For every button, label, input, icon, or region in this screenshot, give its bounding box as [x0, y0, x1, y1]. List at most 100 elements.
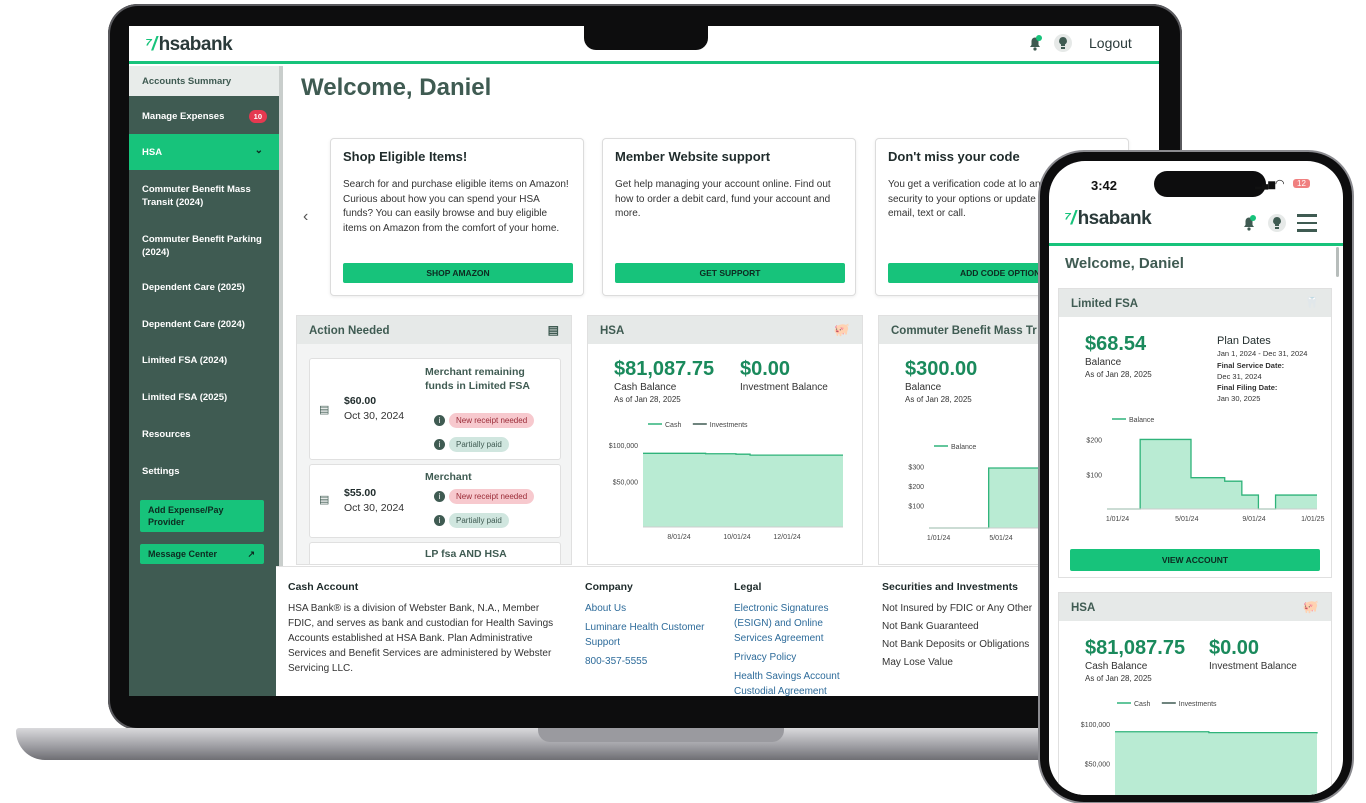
sidebar-item-manage-expenses[interactable]: Manage Expenses 10 [129, 100, 279, 132]
final-service-label: Final Service Date: [1217, 361, 1285, 370]
status-badge: New receipt needed [449, 489, 535, 504]
y-tick-label: $200 [908, 484, 924, 491]
action-needed-panel: Action Needed ▤ ▤ $60.00 Oct 30, 2024 Mer… [296, 315, 572, 565]
sidebar-item-label: Manage Expenses [142, 110, 225, 122]
panel-title: HSA [1071, 602, 1096, 614]
footer-text: May Lose Value [882, 657, 953, 668]
sidebar-item-dependent-care-2024[interactable]: Dependent Care (2024) [129, 313, 279, 335]
esign-link[interactable]: Electronic Signatures (ESIGN) and Online… [734, 601, 854, 646]
partially-paid-tag: i Partially paid [434, 437, 509, 452]
action-item[interactable]: ▤ $55.00 Oct 30, 2024 Merchant i New rece… [309, 464, 561, 538]
action-needed-header: Action Needed ▤ [297, 316, 571, 344]
footer-company: Company About Us Luminare Health Custome… [585, 581, 705, 669]
receipt-needed-tag: i New receipt needed [434, 489, 535, 504]
brand-logo[interactable]: ⁷/hsabank [1064, 208, 1152, 230]
legend-label: Investments [710, 422, 748, 429]
info-icon: i [434, 439, 445, 450]
x-tick-label: 10/01/24 [723, 534, 750, 541]
sidebar-scrollbar[interactable] [279, 66, 283, 566]
footer-heading: Securities and Investments [882, 581, 1018, 593]
sidebar-item-accounts-summary[interactable]: Accounts Summary [129, 66, 279, 96]
sidebar-item-commuter-parking[interactable]: Commuter Benefit Parking (2024) [129, 226, 279, 266]
x-tick-label: 1/01/24 [927, 535, 950, 542]
custodial-agreement-link[interactable]: Health Savings Account Custodial Agreeme… [734, 669, 854, 696]
action-item[interactable]: LP fsa AND HSA [309, 542, 561, 564]
receipt-needed-tag: i New receipt needed [434, 413, 535, 428]
info-icon: i [434, 491, 445, 502]
brand-text: hsabank [158, 34, 233, 55]
shop-amazon-button[interactable]: SHOP AMAZON [343, 263, 573, 283]
phone-scrollbar[interactable] [1336, 247, 1339, 277]
customer-support-link[interactable]: Luminare Health Customer Support [585, 620, 705, 650]
sidebar-item-resources[interactable]: Resources [129, 423, 279, 445]
message-center-button[interactable]: Message Center ↗ [140, 544, 264, 564]
sidebar-item-label: Commuter Benefit Mass Transit (2024) [142, 184, 251, 208]
sidebar-item-limited-fsa-2025[interactable]: Limited FSA (2025) [129, 386, 279, 408]
status-badge: New receipt needed [449, 413, 535, 428]
footer-text: Not Bank Guaranteed [882, 621, 979, 632]
footer-heading: Cash Account [288, 581, 359, 593]
lightbulb-icon[interactable] [1267, 213, 1287, 233]
laptop-screen: ⁷/hsabank Logout Accounts Summary Manage… [129, 26, 1159, 696]
lightbulb-icon[interactable] [1053, 33, 1073, 53]
view-account-button[interactable]: VIEW ACCOUNT [1070, 549, 1320, 571]
plan-dates-title: Plan Dates [1217, 335, 1271, 347]
get-support-button[interactable]: GET SUPPORT [615, 263, 845, 283]
hamburger-menu-icon[interactable] [1297, 214, 1317, 232]
piggy-bank-icon: 🐖 [1302, 599, 1319, 614]
brand-text: hsabank [1077, 208, 1152, 229]
sidebar-item-hsa[interactable]: HSA ⌄ [129, 134, 279, 170]
receipt-icon: ▤ [319, 494, 330, 506]
y-tick-label: $300 [908, 464, 924, 471]
sidebar-item-dependent-care-2025[interactable]: Dependent Care (2025) [129, 276, 279, 298]
y-tick-label: $100 [1086, 473, 1102, 480]
status-badge: Partially paid [449, 513, 509, 528]
footer-securities: Securities and Investments Not Insured b… [882, 581, 1052, 670]
carousel-prev-icon[interactable]: ‹ [303, 208, 308, 226]
promo-body: Search for and purchase eligible items o… [343, 179, 569, 234]
commuter-header: Commuter Benefit Mass Tr [879, 316, 1067, 344]
hsa-cash-balance: $81,087.75 [1085, 637, 1186, 659]
phone-hsa-chart: Cash Investments $100,000 $50,000 [1081, 701, 1318, 795]
about-us-link[interactable]: About Us [585, 601, 705, 616]
notification-bell-icon[interactable] [1240, 214, 1258, 232]
legend-label: Balance [1129, 417, 1154, 424]
notification-bell-icon[interactable] [1026, 34, 1044, 52]
expenses-count-badge: 10 [248, 110, 267, 123]
action-merchant: Merchant remaining funds in Limited FSA [425, 366, 530, 392]
privacy-policy-link[interactable]: Privacy Policy [734, 650, 854, 665]
x-tick-label: 5/01/24 [989, 535, 1012, 542]
sidebar-item-label: Limited FSA (2024) [142, 354, 228, 366]
limited-fsa-chart: Balance $200 $100 1/01/24 5/01/24 9/01/24 1/01… [1086, 417, 1324, 523]
footer-text: Not Bank Deposits or Obligations [882, 639, 1030, 650]
promo-title: Shop Eligible Items! [343, 149, 468, 164]
promo-title: Member Website support [615, 149, 771, 164]
y-tick-label: $100 [908, 504, 924, 511]
partially-paid-tag: i Partially paid [434, 513, 509, 528]
dynamic-island [1154, 171, 1266, 197]
phone-link[interactable]: 800-357-5555 [585, 654, 705, 669]
sidebar-item-commuter-transit[interactable]: Commuter Benefit Mass Transit (2024) [129, 176, 279, 216]
add-expense-button[interactable]: Add Expense/Pay Provider [140, 500, 264, 532]
sidebar-item-label: Limited FSA (2025) [142, 391, 228, 403]
hsa-cash-balance: $81,087.75 [614, 358, 715, 380]
action-amount: $55.00 [344, 487, 377, 499]
sidebar-item-label: Commuter Benefit Parking (2024) [142, 234, 262, 258]
y-tick-label: $100,000 [609, 443, 638, 450]
y-tick-label: $100,000 [1081, 722, 1110, 729]
action-amount: $60.00 [344, 395, 377, 407]
logout-link[interactable]: Logout [1089, 35, 1132, 51]
panel-title: Commuter Benefit Mass Tr [891, 325, 1037, 337]
as-of-date: As of Jan 28, 2025 [905, 395, 972, 404]
sidebar-item-settings[interactable]: Settings [129, 460, 279, 482]
legend-label: Cash [665, 422, 681, 429]
action-date: Oct 30, 2024 [344, 410, 405, 422]
brand-logo[interactable]: ⁷/hsabank [145, 34, 233, 56]
series-area [1115, 731, 1317, 795]
x-tick-label: 1/01/25 [1301, 516, 1324, 523]
promo-body: Get help managing your account online. F… [615, 179, 831, 219]
action-item[interactable]: ▤ $60.00 Oct 30, 2024 Merchant remaining… [309, 358, 561, 460]
commuter-balance: $300.00 [905, 358, 978, 380]
series-area [1107, 439, 1317, 509]
sidebar-item-limited-fsa-2024[interactable]: Limited FSA (2024) [129, 349, 279, 371]
